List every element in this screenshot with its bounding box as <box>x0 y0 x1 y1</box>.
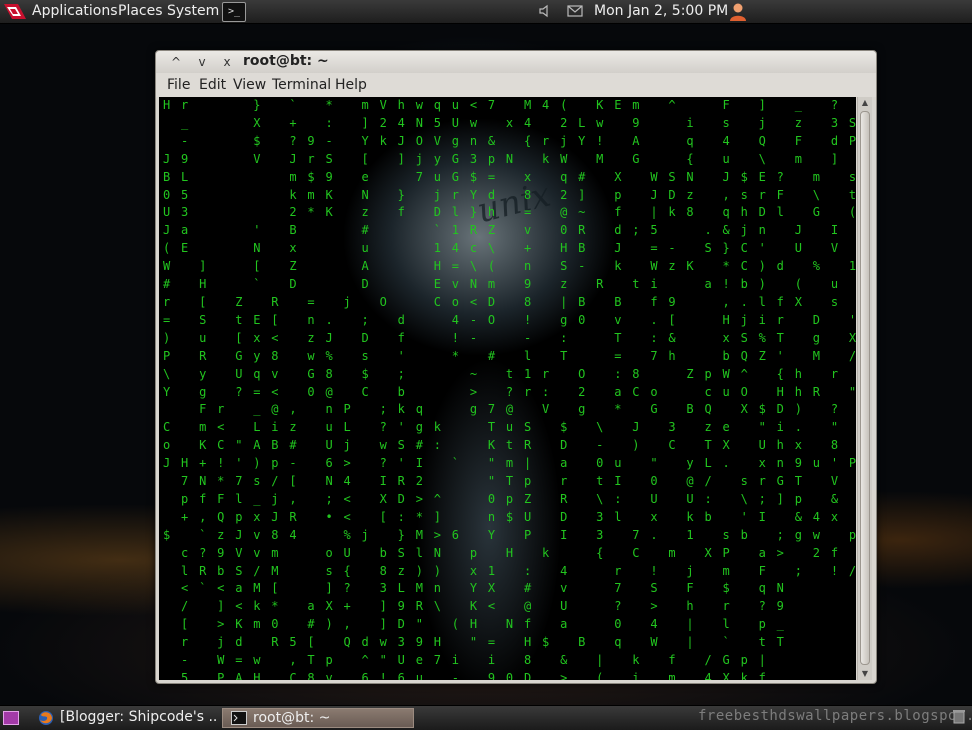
minimize-button[interactable]: v <box>193 54 211 70</box>
menu-applications[interactable]: Applications <box>32 3 118 19</box>
menu-edit[interactable]: Edit <box>199 77 226 93</box>
scroll-thumb[interactable] <box>860 111 870 665</box>
terminal-output[interactable]: unix H r } ` * m V h w q u < 7 M 4 ( K E… <box>159 97 856 680</box>
mail-icon[interactable] <box>567 4 583 18</box>
firefox-icon <box>39 711 53 725</box>
terminal-launcher-icon[interactable]: >_ <box>222 2 246 22</box>
menu-help[interactable]: Help <box>335 77 367 93</box>
menu-bar: File Edit View Terminal Help <box>156 73 876 97</box>
watermark-text: freebesthdswallpapers.blogspot.com <box>698 708 972 724</box>
clock[interactable]: Mon Jan 2, 5:00 PM <box>594 3 728 19</box>
trash-icon[interactable] <box>951 708 967 724</box>
scrollbar[interactable]: ▲ ▼ <box>857 97 872 680</box>
taskbar-item-label: [Blogger: Shipcode's ... <box>60 709 216 725</box>
backtrack-logo-icon[interactable] <box>2 1 28 22</box>
menu-terminal[interactable]: Terminal <box>272 77 331 93</box>
scroll-up-arrow-icon[interactable]: ▲ <box>858 97 872 109</box>
window-titlebar[interactable]: ^ v x root@bt: ~ <box>156 51 876 73</box>
show-desktop-icon[interactable] <box>3 711 19 725</box>
scroll-down-arrow-icon[interactable]: ▼ <box>858 668 872 680</box>
taskbar-item-blogger[interactable]: [Blogger: Shipcode's ... <box>30 708 216 728</box>
user-icon[interactable] <box>728 2 748 21</box>
terminal-window: ^ v x root@bt: ~ File Edit View Terminal… <box>155 50 877 684</box>
roll-up-button[interactable]: ^ <box>167 54 185 70</box>
menu-file[interactable]: File <box>167 77 190 93</box>
window-title: root@bt: ~ <box>243 53 329 69</box>
matrix-rain-text: H r } ` * m V h w q u < 7 M 4 ( K E m ^ … <box>163 98 856 680</box>
taskbar-item-label: root@bt: ~ <box>253 710 331 726</box>
taskbar-item-terminal[interactable]: root@bt: ~ <box>222 708 414 728</box>
close-button[interactable]: x <box>218 54 236 70</box>
menu-system[interactable]: System <box>167 3 219 19</box>
menu-places[interactable]: Places <box>118 3 163 19</box>
terminal-icon <box>231 711 247 725</box>
top-panel: Applications Places System >_ Mon Jan 2,… <box>0 0 972 24</box>
menu-view[interactable]: View <box>233 77 266 93</box>
volume-icon[interactable] <box>538 4 552 18</box>
